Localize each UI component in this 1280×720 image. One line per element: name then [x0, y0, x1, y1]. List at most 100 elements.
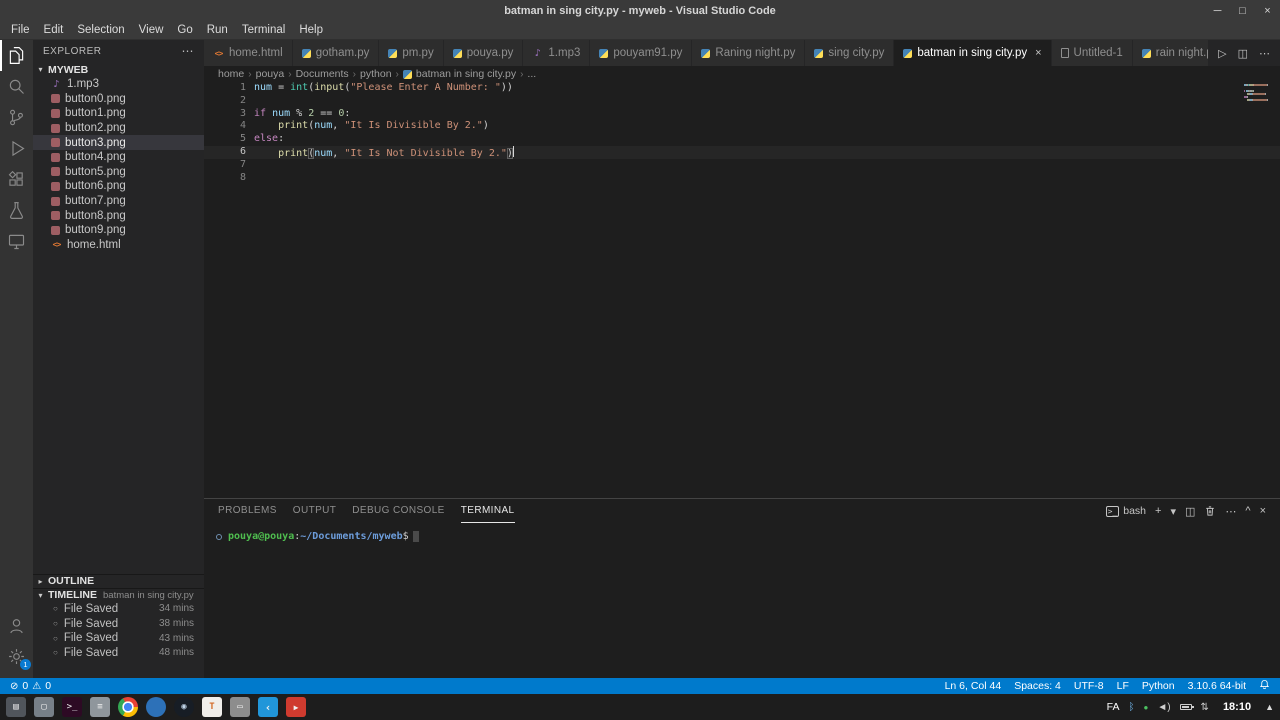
shield-icon[interactable]: ● — [1143, 703, 1148, 712]
new-terminal-button[interactable]: + — [1155, 505, 1161, 517]
volume-icon[interactable]: ◄) — [1157, 702, 1170, 713]
timeline-entry[interactable]: ○ File Saved 34 mins — [33, 602, 204, 617]
breadcrumb-item[interactable]: Documents — [296, 68, 349, 80]
panel-tab-debug-console[interactable]: DEBUG CONSOLE — [352, 499, 444, 523]
file-item-button1.png[interactable]: button1.png — [33, 106, 204, 121]
tab-gotham.py[interactable]: gotham.py — [292, 40, 380, 66]
file-item-button5.png[interactable]: button5.png — [33, 165, 204, 180]
code-line-7[interactable]: 7 — [204, 159, 1280, 172]
problems-status[interactable]: ⊘ 0 ⚠ 0 — [10, 680, 51, 692]
tab-sing-city.py[interactable]: sing city.py — [805, 40, 895, 66]
file-item-button7.png[interactable]: button7.png — [33, 194, 204, 209]
run-debug-icon[interactable] — [0, 133, 33, 164]
notifications-bell-icon[interactable] — [1259, 679, 1270, 693]
close-button[interactable]: × — [1260, 505, 1266, 517]
menu-edit[interactable]: Edit — [37, 24, 71, 36]
split-button[interactable]: ◫ — [1185, 505, 1195, 518]
code-line-4[interactable]: 4 print(num, "It Is Divisible By 2.") — [204, 120, 1280, 133]
terminal-shell-selector[interactable]: >_ bash — [1105, 505, 1146, 517]
file-manager-taskbar-icon[interactable]: ▤ — [6, 697, 26, 717]
file-item-button6.png[interactable]: button6.png — [33, 179, 204, 194]
terminal-taskbar-icon[interactable]: >_ — [62, 697, 82, 717]
minimap[interactable] — [1244, 84, 1268, 108]
panel-tab-terminal[interactable]: TERMINAL — [460, 499, 515, 523]
file-item-button8.png[interactable]: button8.png — [33, 208, 204, 223]
editor-taskbar-icon[interactable]: T — [202, 697, 222, 717]
explorer-icon[interactable] — [0, 40, 33, 71]
tray-expand-button[interactable]: ▲ — [1265, 702, 1274, 712]
outline-section-header[interactable]: ▸ OUTLINE — [33, 573, 204, 588]
code-line-3[interactable]: 3 if num % 2 == 0: — [204, 108, 1280, 121]
terminal-prompt-line[interactable]: pouya@pouya: ~/Documents/myweb $ — [216, 531, 1280, 542]
close-button[interactable]: × — [1255, 5, 1280, 17]
source-control-icon[interactable] — [0, 102, 33, 133]
remote-explorer-icon[interactable] — [0, 226, 33, 257]
menu-go[interactable]: Go — [170, 24, 199, 36]
more-button[interactable]: ⋯ — [1225, 505, 1236, 518]
code-line-5[interactable]: 5 else: — [204, 133, 1280, 146]
menu-run[interactable]: Run — [200, 24, 235, 36]
split-editor-button[interactable]: ◫ — [1238, 47, 1248, 60]
breadcrumb-file[interactable]: batman in sing city.py — [416, 68, 516, 80]
testing-icon[interactable] — [0, 195, 33, 226]
timeline-section-header[interactable]: ▾ TIMELINE batman in sing city.py — [33, 587, 204, 602]
menu-help[interactable]: Help — [292, 24, 330, 36]
tab-raning-night.py[interactable]: Raning night.py — [692, 40, 806, 66]
tab-pm.py[interactable]: pm.py — [379, 40, 444, 66]
code-line-1[interactable]: 1 num = int(input("Please Enter A Number:… — [204, 82, 1280, 95]
network-icon[interactable]: ⇅ — [1201, 702, 1209, 713]
media-player-taskbar-icon[interactable]: ▶ — [286, 697, 306, 717]
breadcrumb-item[interactable]: pouya — [256, 68, 285, 80]
code-line-8[interactable]: 8 — [204, 172, 1280, 185]
keyboard-layout-indicator[interactable]: FA — [1107, 701, 1120, 713]
close-tab-icon[interactable]: × — [1035, 47, 1041, 59]
tab-1.mp3[interactable]: ♪ 1.mp3 — [523, 40, 591, 66]
clock[interactable]: 18:10 — [1223, 701, 1251, 713]
menu-selection[interactable]: Selection — [70, 24, 131, 36]
steam-taskbar-icon[interactable]: ◉ — [174, 697, 194, 717]
menu-terminal[interactable]: Terminal — [235, 24, 292, 36]
more-button[interactable]: ⋯ — [1259, 47, 1270, 60]
code-line-2[interactable]: 2 — [204, 95, 1280, 108]
vscode-taskbar-icon[interactable]: ‹ — [258, 697, 278, 717]
account-icon[interactable] — [0, 610, 33, 641]
breadcrumb-item[interactable]: python — [360, 68, 392, 80]
menu-file[interactable]: File — [4, 24, 37, 36]
panel-tab-output[interactable]: OUTPUT — [293, 499, 337, 523]
folder-section-header[interactable]: ▾ MYWEB — [33, 62, 204, 77]
dropdown-button[interactable]: ▾ — [1170, 505, 1176, 518]
file-item-button4.png[interactable]: button4.png — [33, 150, 204, 165]
panel-tab-problems[interactable]: PROBLEMS — [218, 499, 277, 523]
maximize-button[interactable]: ^ — [1245, 505, 1250, 517]
file-item-button2.png[interactable]: button2.png — [33, 121, 204, 136]
code-line-6[interactable]: 6 print(num, "It Is Not Divisible By 2."… — [204, 145, 1280, 159]
file-item-button0.png[interactable]: button0.png — [33, 92, 204, 107]
tab-rain-night.py[interactable]: rain night.py — [1132, 40, 1209, 66]
python-interpreter-status[interactable]: 3.10.6 64-bit — [1188, 680, 1246, 692]
text-editor-taskbar-icon[interactable]: ≡ — [90, 697, 110, 717]
tab-pouya.py[interactable]: pouya.py — [443, 40, 524, 66]
file-item-button9.png[interactable]: button9.png — [33, 223, 204, 238]
run-button[interactable]: ▷ — [1218, 47, 1226, 60]
tab-pouyam91.py[interactable]: pouyam91.py — [590, 40, 693, 66]
maximize-button[interactable]: □ — [1230, 5, 1255, 17]
minimize-button[interactable]: ─ — [1205, 5, 1230, 17]
explorer-more-button[interactable]: ⋯ — [182, 44, 195, 58]
timeline-entry[interactable]: ○ File Saved 38 mins — [33, 616, 204, 631]
file-item-1.mp3[interactable]: ♪ 1.mp3 — [33, 77, 204, 92]
folder-taskbar-icon[interactable]: ▢ — [34, 697, 54, 717]
indentation-status[interactable]: Spaces: 4 — [1014, 680, 1061, 692]
office-taskbar-icon[interactable]: ▭ — [230, 697, 250, 717]
tab-untitled-1[interactable]: Untitled-1 — [1051, 40, 1133, 66]
cursor-position-status[interactable]: Ln 6, Col 44 — [945, 680, 1002, 692]
encoding-status[interactable]: UTF-8 — [1074, 680, 1104, 692]
timeline-entry[interactable]: ○ File Saved 48 mins — [33, 645, 204, 660]
code-editor[interactable]: 1 num = int(input("Please Enter A Number:… — [204, 82, 1280, 498]
tab-home.html[interactable]: <> home.html — [204, 40, 293, 66]
search-icon[interactable] — [0, 71, 33, 102]
battery-icon[interactable] — [1179, 704, 1194, 710]
tab-batman-in-sing-city.py[interactable]: batman in sing city.py × — [894, 40, 1052, 66]
terminal[interactable]: pouya@pouya: ~/Documents/myweb $ — [204, 523, 1280, 678]
extensions-icon[interactable] — [0, 164, 33, 195]
breadcrumb-symbol[interactable]: ... — [527, 68, 536, 80]
